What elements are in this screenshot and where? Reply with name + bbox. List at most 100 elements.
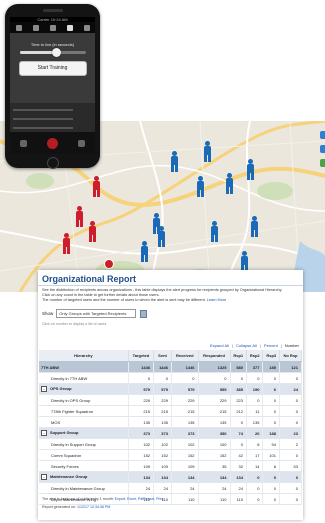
count-cell[interactable]: 0 [279, 394, 303, 406]
count-cell[interactable]: 0 [279, 471, 303, 483]
recipient-pin-blue[interactable] [196, 176, 205, 198]
tab-icon[interactable] [20, 139, 27, 147]
count-cell[interactable]: 53 [279, 460, 303, 472]
count-cell[interactable]: 6 [262, 383, 280, 395]
count-cell[interactable]: 121 [279, 361, 303, 373]
count-cell[interactable]: 0 [262, 493, 280, 505]
count-cell[interactable]: 135 [246, 416, 264, 428]
count-cell[interactable]: 215 [153, 405, 172, 417]
count-cell[interactable]: 188 [262, 427, 280, 439]
count-cell[interactable]: 215 [171, 405, 199, 417]
count-cell[interactable]: 373 [171, 427, 199, 439]
count-cell[interactable]: 0 [128, 372, 155, 384]
tab-icon[interactable] [78, 139, 85, 147]
count-cell[interactable]: 0 [171, 372, 199, 384]
count-cell[interactable]: 24 [128, 482, 155, 494]
count-cell[interactable]: 24 [153, 482, 172, 494]
count-cell[interactable]: 350 [198, 427, 231, 439]
count-cell[interactable]: 134 [230, 471, 248, 483]
count-cell[interactable]: 579 [171, 383, 199, 395]
phone-toolbar-icon-active[interactable] [66, 24, 73, 31]
phone-toolbar-icon[interactable] [15, 24, 22, 31]
count-cell[interactable]: 223 [230, 394, 248, 406]
count-cell[interactable]: 229 [198, 394, 231, 406]
count-cell[interactable]: 135 [171, 416, 199, 428]
count-cell[interactable]: 109 [171, 460, 199, 472]
count-cell[interactable]: 20 [246, 427, 264, 439]
number-link[interactable]: Number [285, 343, 299, 348]
map-side-tab[interactable] [320, 131, 325, 139]
phone-toolbar-icon[interactable] [49, 24, 56, 31]
alert-marker-icon[interactable] [104, 259, 114, 269]
recipient-pin-red[interactable] [75, 206, 84, 228]
expand-all-link[interactable]: Expand All [210, 343, 229, 348]
count-cell[interactable]: 0 [262, 482, 280, 494]
column-header[interactable]: Responded [198, 350, 231, 362]
count-cell[interactable]: 555 [198, 383, 231, 395]
count-cell[interactable]: 0 [246, 493, 264, 505]
count-cell[interactable]: 109 [153, 460, 172, 472]
recipient-pin-blue[interactable] [250, 216, 259, 238]
list-item[interactable] [13, 118, 73, 120]
count-cell[interactable]: 0 [230, 372, 248, 384]
slider-knob[interactable] [51, 48, 61, 57]
count-cell[interactable]: 1446 [153, 361, 172, 373]
count-cell[interactable]: 0 [262, 372, 280, 384]
count-cell[interactable]: 135 [128, 416, 155, 428]
count-cell[interactable]: 212 [230, 405, 248, 417]
count-cell[interactable]: 24 [171, 482, 199, 494]
count-cell[interactable]: 0 [279, 405, 303, 417]
count-cell[interactable]: 42 [230, 449, 248, 461]
learn-more-link[interactable]: Learn More [207, 298, 226, 302]
count-cell[interactable]: 94 [262, 438, 280, 450]
count-cell[interactable]: 134 [198, 471, 231, 483]
count-cell[interactable]: 23 [279, 427, 303, 439]
count-cell[interactable]: 0 [262, 471, 280, 483]
print-icon[interactable] [140, 309, 148, 318]
count-cell[interactable]: 152 [128, 449, 155, 461]
count-cell[interactable]: 152 [198, 449, 231, 461]
count-cell[interactable]: 134 [153, 471, 172, 483]
count-cell[interactable]: 229 [128, 394, 155, 406]
recipient-pin-blue[interactable] [170, 151, 179, 173]
home-button[interactable] [47, 157, 59, 169]
recipient-pin-red[interactable] [62, 233, 71, 255]
count-cell[interactable]: 215 [128, 405, 155, 417]
count-cell[interactable]: 373 [153, 427, 172, 439]
recipient-pin-blue[interactable] [157, 226, 166, 248]
column-header[interactable]: Rsp1 [230, 350, 248, 362]
count-cell[interactable]: 109 [128, 460, 155, 472]
count-cell[interactable]: 579 [153, 383, 172, 395]
recipient-pin-blue[interactable] [225, 173, 234, 195]
column-header[interactable]: No Rsp [279, 350, 303, 362]
count-cell[interactable]: 0 [246, 372, 264, 384]
count-cell[interactable]: 152 [171, 449, 199, 461]
count-cell[interactable]: 580 [230, 361, 248, 373]
count-cell[interactable]: 24 [279, 383, 303, 395]
collapse-toggle-icon[interactable]: - [41, 474, 47, 480]
count-cell[interactable]: 229 [153, 394, 172, 406]
map-side-tab[interactable] [320, 159, 325, 167]
count-cell[interactable]: 110 [171, 493, 199, 505]
count-cell[interactable]: 0 [246, 482, 264, 494]
count-cell[interactable]: 11 [246, 405, 264, 417]
count-cell[interactable]: 102 [171, 438, 199, 450]
count-cell[interactable]: 1325 [198, 361, 231, 373]
count-cell[interactable]: 0 [262, 416, 280, 428]
count-cell[interactable]: 32 [230, 460, 248, 472]
map-side-tab[interactable] [320, 145, 325, 153]
count-cell[interactable]: 134 [128, 471, 155, 483]
list-item[interactable] [13, 127, 73, 129]
count-cell[interactable]: 377 [246, 361, 264, 373]
phone-toolbar-icon[interactable] [83, 24, 90, 31]
count-cell[interactable]: 579 [128, 383, 155, 395]
count-cell[interactable]: 135 [153, 416, 172, 428]
count-cell[interactable]: 0 [153, 372, 172, 384]
count-cell[interactable]: 229 [171, 394, 199, 406]
show-filter-select[interactable]: Only Groups with Targeted Recipients [56, 309, 137, 318]
recipient-pin-blue[interactable] [210, 221, 219, 243]
count-cell[interactable]: 185 [262, 361, 280, 373]
count-cell[interactable]: 24 [198, 482, 231, 494]
column-header[interactable]: Sent [153, 350, 172, 362]
count-cell[interactable]: 35 [198, 460, 231, 472]
